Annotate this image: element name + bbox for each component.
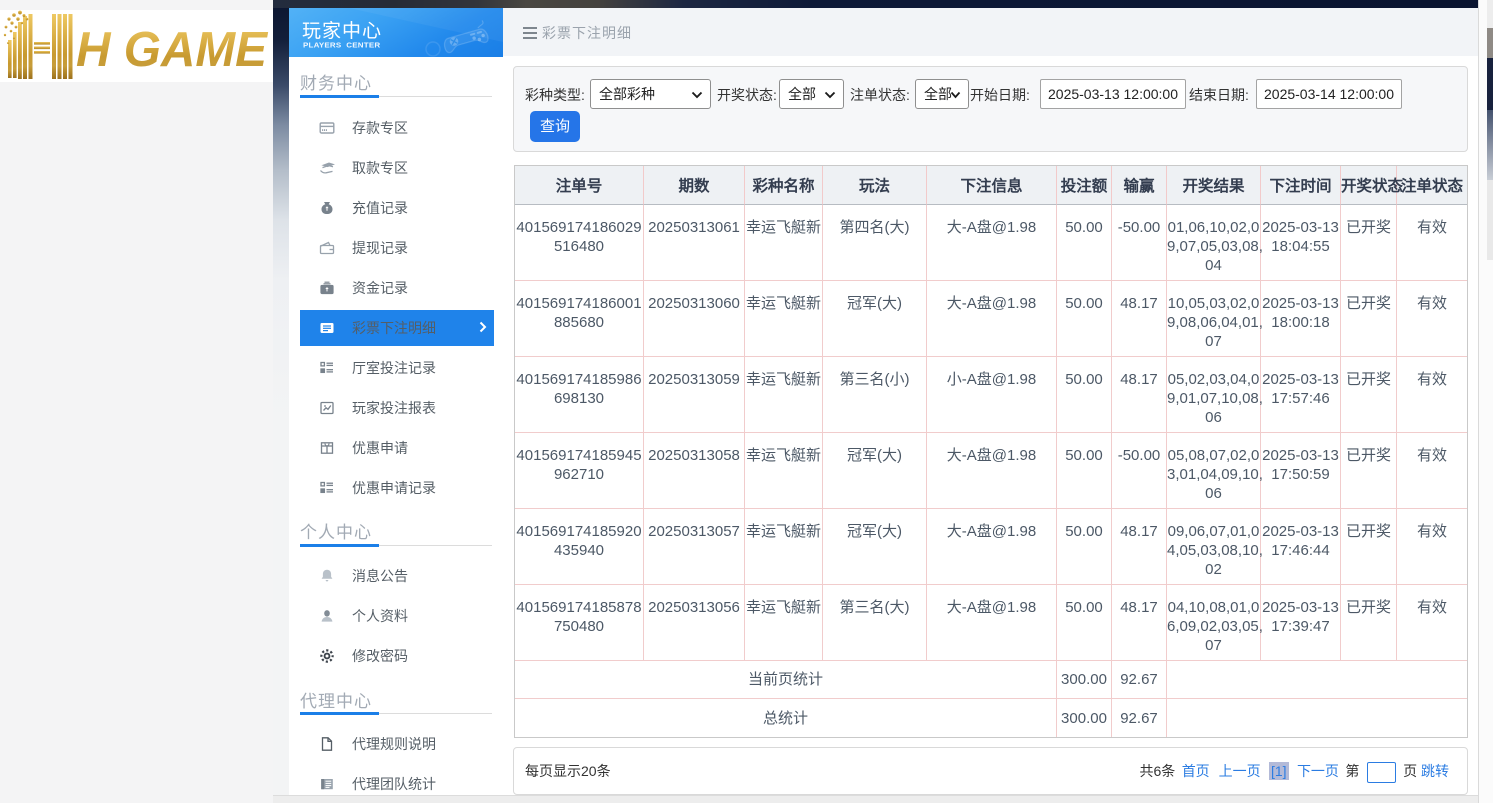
svg-text:H GAME: H GAME	[76, 23, 268, 77]
